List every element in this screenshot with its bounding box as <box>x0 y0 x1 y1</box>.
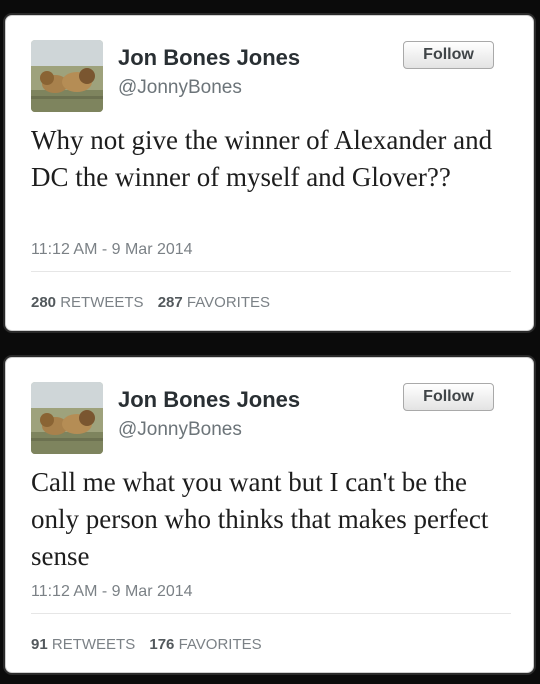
tweet-timestamp[interactable]: 11:12 AM - 9 Mar 2014 <box>31 241 193 259</box>
avatar[interactable] <box>31 40 103 112</box>
retweets-label[interactable]: RETWEETS <box>60 294 143 311</box>
follow-button[interactable]: Follow <box>403 41 494 69</box>
retweets-count[interactable]: 91 <box>31 636 48 653</box>
tweet-card: Jon Bones Jones @JonnyBones Follow Call … <box>5 357 534 673</box>
divider <box>31 613 511 614</box>
lions-avatar-image <box>31 40 103 112</box>
lions-avatar-image <box>31 382 103 454</box>
tweet-timestamp[interactable]: 11:12 AM - 9 Mar 2014 <box>31 583 193 601</box>
favorites-label[interactable]: FAVORITES <box>187 294 270 311</box>
favorites-count[interactable]: 287 <box>158 294 183 311</box>
retweets-count[interactable]: 280 <box>31 294 56 311</box>
tweet-text: Why not give the winner of Alexander and… <box>31 125 493 192</box>
tweet-stats: 91 RETWEETS 176 FAVORITES <box>31 636 272 653</box>
tweet-text: Call me what you want but I can't be the… <box>31 467 489 571</box>
user-handle[interactable]: @JonnyBones <box>118 419 242 441</box>
user-name[interactable]: Jon Bones Jones <box>118 387 300 413</box>
retweets-label[interactable]: RETWEETS <box>52 636 135 653</box>
favorites-count[interactable]: 176 <box>149 636 174 653</box>
avatar[interactable] <box>31 382 103 454</box>
user-handle[interactable]: @JonnyBones <box>118 77 242 99</box>
tweet-stats: 280 RETWEETS 287 FAVORITES <box>31 294 280 311</box>
divider <box>31 271 511 272</box>
user-name[interactable]: Jon Bones Jones <box>118 45 300 71</box>
favorites-label[interactable]: FAVORITES <box>179 636 262 653</box>
follow-button[interactable]: Follow <box>403 383 494 411</box>
tweet-card: Jon Bones Jones @JonnyBones Follow Why n… <box>5 15 534 331</box>
